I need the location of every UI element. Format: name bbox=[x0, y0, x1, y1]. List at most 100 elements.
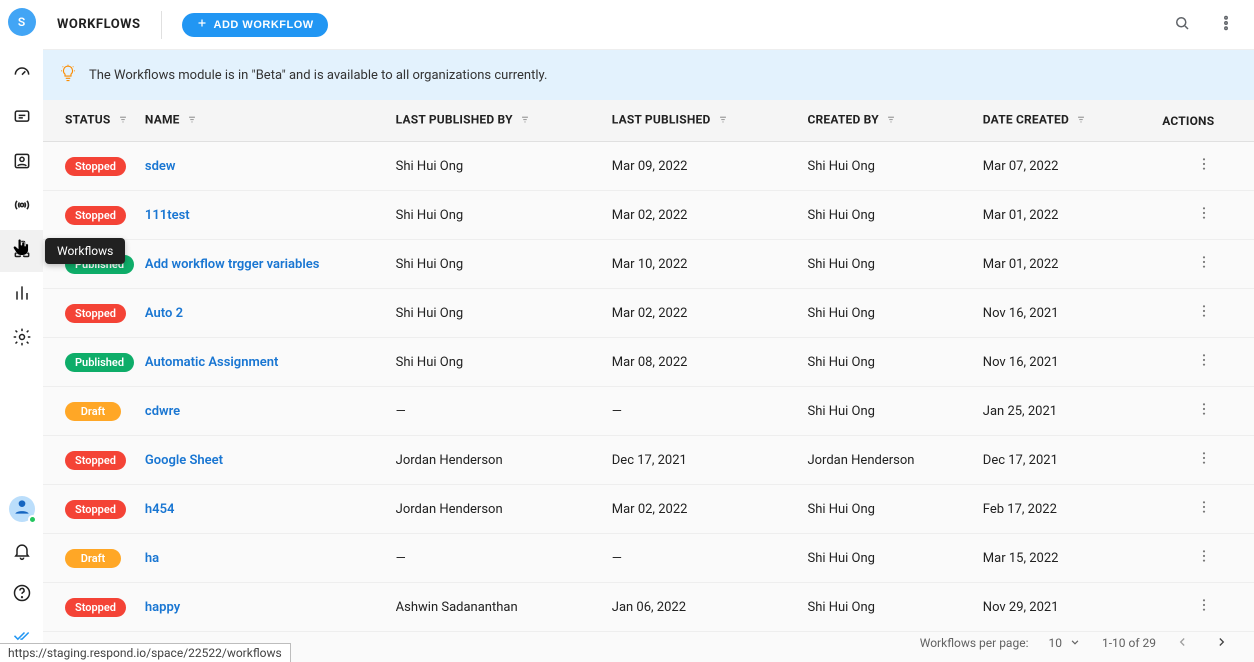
column-header-created-by[interactable]: CREATED BY bbox=[807, 100, 982, 142]
column-header-created-by-label: CREATED BY bbox=[807, 113, 878, 127]
pagination-prev-button[interactable] bbox=[1172, 632, 1194, 654]
pagination-next-button[interactable] bbox=[1210, 632, 1232, 654]
column-header-last-pub[interactable]: LAST PUBLISHED bbox=[612, 100, 808, 142]
pagination-label: Workflows per page: bbox=[920, 636, 1029, 650]
broadcast-icon bbox=[12, 195, 32, 219]
column-header-status[interactable]: STATUS bbox=[43, 100, 145, 142]
workflow-name-link[interactable]: cdwre bbox=[145, 404, 180, 419]
column-header-date-created[interactable]: DATE CREATED bbox=[983, 100, 1162, 142]
table-row: StoppedhappyAshwin SadananthanJan 06, 20… bbox=[43, 583, 1254, 632]
row-actions-button[interactable] bbox=[1192, 252, 1216, 276]
sort-icon bbox=[116, 112, 130, 129]
cell-last-pub-by: Jordan Henderson bbox=[396, 485, 612, 534]
workflow-name-link[interactable]: Add workflow trgger variables bbox=[145, 257, 319, 272]
cell-last-pub: — bbox=[612, 387, 808, 436]
row-actions-button[interactable] bbox=[1192, 595, 1216, 619]
workflow-name-link[interactable]: sdew bbox=[145, 159, 176, 174]
cell-last-pub: Mar 02, 2022 bbox=[612, 485, 808, 534]
cell-date-created: Feb 17, 2022 bbox=[983, 485, 1162, 534]
cell-last-pub: Mar 10, 2022 bbox=[612, 240, 808, 289]
more-vertical-icon bbox=[1196, 303, 1212, 323]
row-actions-button[interactable] bbox=[1192, 350, 1216, 374]
workflow-name-link[interactable]: ha bbox=[145, 551, 159, 566]
bar-chart-icon bbox=[12, 283, 32, 307]
sidebar-item-reports[interactable] bbox=[0, 274, 43, 316]
row-actions-button[interactable] bbox=[1192, 399, 1216, 423]
table-row: PublishedAdd workflow trgger variablesSh… bbox=[43, 240, 1254, 289]
sidebar-item-help[interactable] bbox=[0, 574, 43, 616]
gauge-icon bbox=[12, 63, 32, 87]
cell-created-by: Shi Hui Ong bbox=[807, 534, 982, 583]
search-button[interactable] bbox=[1168, 11, 1196, 39]
workflow-name-link[interactable]: Automatic Assignment bbox=[145, 355, 278, 370]
column-header-last-pub-by[interactable]: LAST PUBLISHED BY bbox=[396, 100, 612, 142]
add-workflow-button[interactable]: ADD WORKFLOW bbox=[182, 13, 328, 37]
cell-last-pub-by: Shi Hui Ong bbox=[396, 191, 612, 240]
more-vertical-icon bbox=[1196, 499, 1212, 519]
table-row: StoppedGoogle SheetJordan HendersonDec 1… bbox=[43, 436, 1254, 485]
cell-created-by: Shi Hui Ong bbox=[807, 191, 982, 240]
workflow-name-link[interactable]: Google Sheet bbox=[145, 453, 223, 468]
chevron-left-icon bbox=[1176, 635, 1190, 652]
table-row: Stoppedh454Jordan HendersonMar 02, 2022S… bbox=[43, 485, 1254, 534]
row-actions-button[interactable] bbox=[1192, 497, 1216, 521]
page-size-value: 10 bbox=[1048, 636, 1062, 650]
status-badge: Stopped bbox=[65, 304, 126, 323]
sidebar-item-messages[interactable] bbox=[0, 98, 43, 140]
bell-icon bbox=[12, 541, 32, 565]
workspace-avatar[interactable]: S bbox=[8, 8, 36, 36]
user-square-icon bbox=[12, 151, 32, 175]
sidebar-item-settings[interactable] bbox=[0, 318, 43, 360]
workflows-table: STATUS NAME LAST PUBLISHED BY LAST bbox=[43, 100, 1254, 632]
gear-icon bbox=[12, 327, 32, 351]
cell-last-pub: Mar 02, 2022 bbox=[612, 289, 808, 338]
cell-date-created: Nov 29, 2021 bbox=[983, 583, 1162, 632]
sidebar-item-broadcast[interactable] bbox=[0, 186, 43, 228]
cell-last-pub-by: Shi Hui Ong bbox=[396, 338, 612, 387]
cell-date-created: Mar 07, 2022 bbox=[983, 142, 1162, 191]
row-actions-button[interactable] bbox=[1192, 203, 1216, 227]
sidebar-item-contacts[interactable] bbox=[0, 142, 43, 184]
plus-icon bbox=[196, 17, 208, 32]
workflow-name-link[interactable]: 111test bbox=[145, 208, 190, 223]
cell-created-by: Shi Hui Ong bbox=[807, 240, 982, 289]
row-actions-button[interactable] bbox=[1192, 448, 1216, 472]
page-size-select[interactable]: 10 bbox=[1044, 633, 1086, 654]
header-more-button[interactable] bbox=[1212, 11, 1240, 39]
cell-created-by: Jordan Henderson bbox=[807, 436, 982, 485]
search-icon bbox=[1173, 14, 1191, 36]
chevron-right-icon bbox=[1214, 635, 1228, 652]
cell-last-pub: Dec 17, 2021 bbox=[612, 436, 808, 485]
column-header-name-label: NAME bbox=[145, 113, 180, 127]
presence-online-dot bbox=[28, 515, 37, 524]
cell-date-created: Mar 15, 2022 bbox=[983, 534, 1162, 583]
row-actions-button[interactable] bbox=[1192, 546, 1216, 570]
more-vertical-icon bbox=[1196, 401, 1212, 421]
more-vertical-icon bbox=[1196, 254, 1212, 274]
column-header-name[interactable]: NAME bbox=[145, 100, 396, 142]
add-workflow-label: ADD WORKFLOW bbox=[214, 19, 314, 31]
table-header-row: STATUS NAME LAST PUBLISHED BY LAST bbox=[43, 100, 1254, 142]
more-vertical-icon bbox=[1196, 156, 1212, 176]
status-badge: Stopped bbox=[65, 157, 126, 176]
cell-date-created: Dec 17, 2021 bbox=[983, 436, 1162, 485]
sidebar-item-notifications[interactable] bbox=[0, 532, 43, 574]
workflow-name-link[interactable]: happy bbox=[145, 600, 180, 615]
sidebar-item-dashboard[interactable] bbox=[0, 54, 43, 96]
column-header-actions-label: ACTIONS bbox=[1162, 114, 1214, 128]
status-badge: Stopped bbox=[65, 598, 126, 617]
column-header-last-pub-by-label: LAST PUBLISHED BY bbox=[396, 113, 513, 127]
workflow-name-link[interactable]: h454 bbox=[145, 502, 175, 517]
table-row: Draftha——Shi Hui OngMar 15, 2022 bbox=[43, 534, 1254, 583]
row-actions-button[interactable] bbox=[1192, 154, 1216, 178]
row-actions-button[interactable] bbox=[1192, 301, 1216, 325]
cell-last-pub-by: Shi Hui Ong bbox=[396, 289, 612, 338]
main-content: WORKFLOWS ADD WORKFLOW bbox=[43, 0, 1254, 662]
user-presence-avatar[interactable] bbox=[9, 496, 35, 522]
beta-banner-text: The Workflows module is in "Beta" and is… bbox=[89, 68, 547, 83]
cell-created-by: Shi Hui Ong bbox=[807, 583, 982, 632]
more-vertical-icon bbox=[1217, 14, 1235, 36]
cell-last-pub: Mar 02, 2022 bbox=[612, 191, 808, 240]
cell-last-pub-by: Shi Hui Ong bbox=[396, 142, 612, 191]
workflow-name-link[interactable]: Auto 2 bbox=[145, 306, 183, 321]
